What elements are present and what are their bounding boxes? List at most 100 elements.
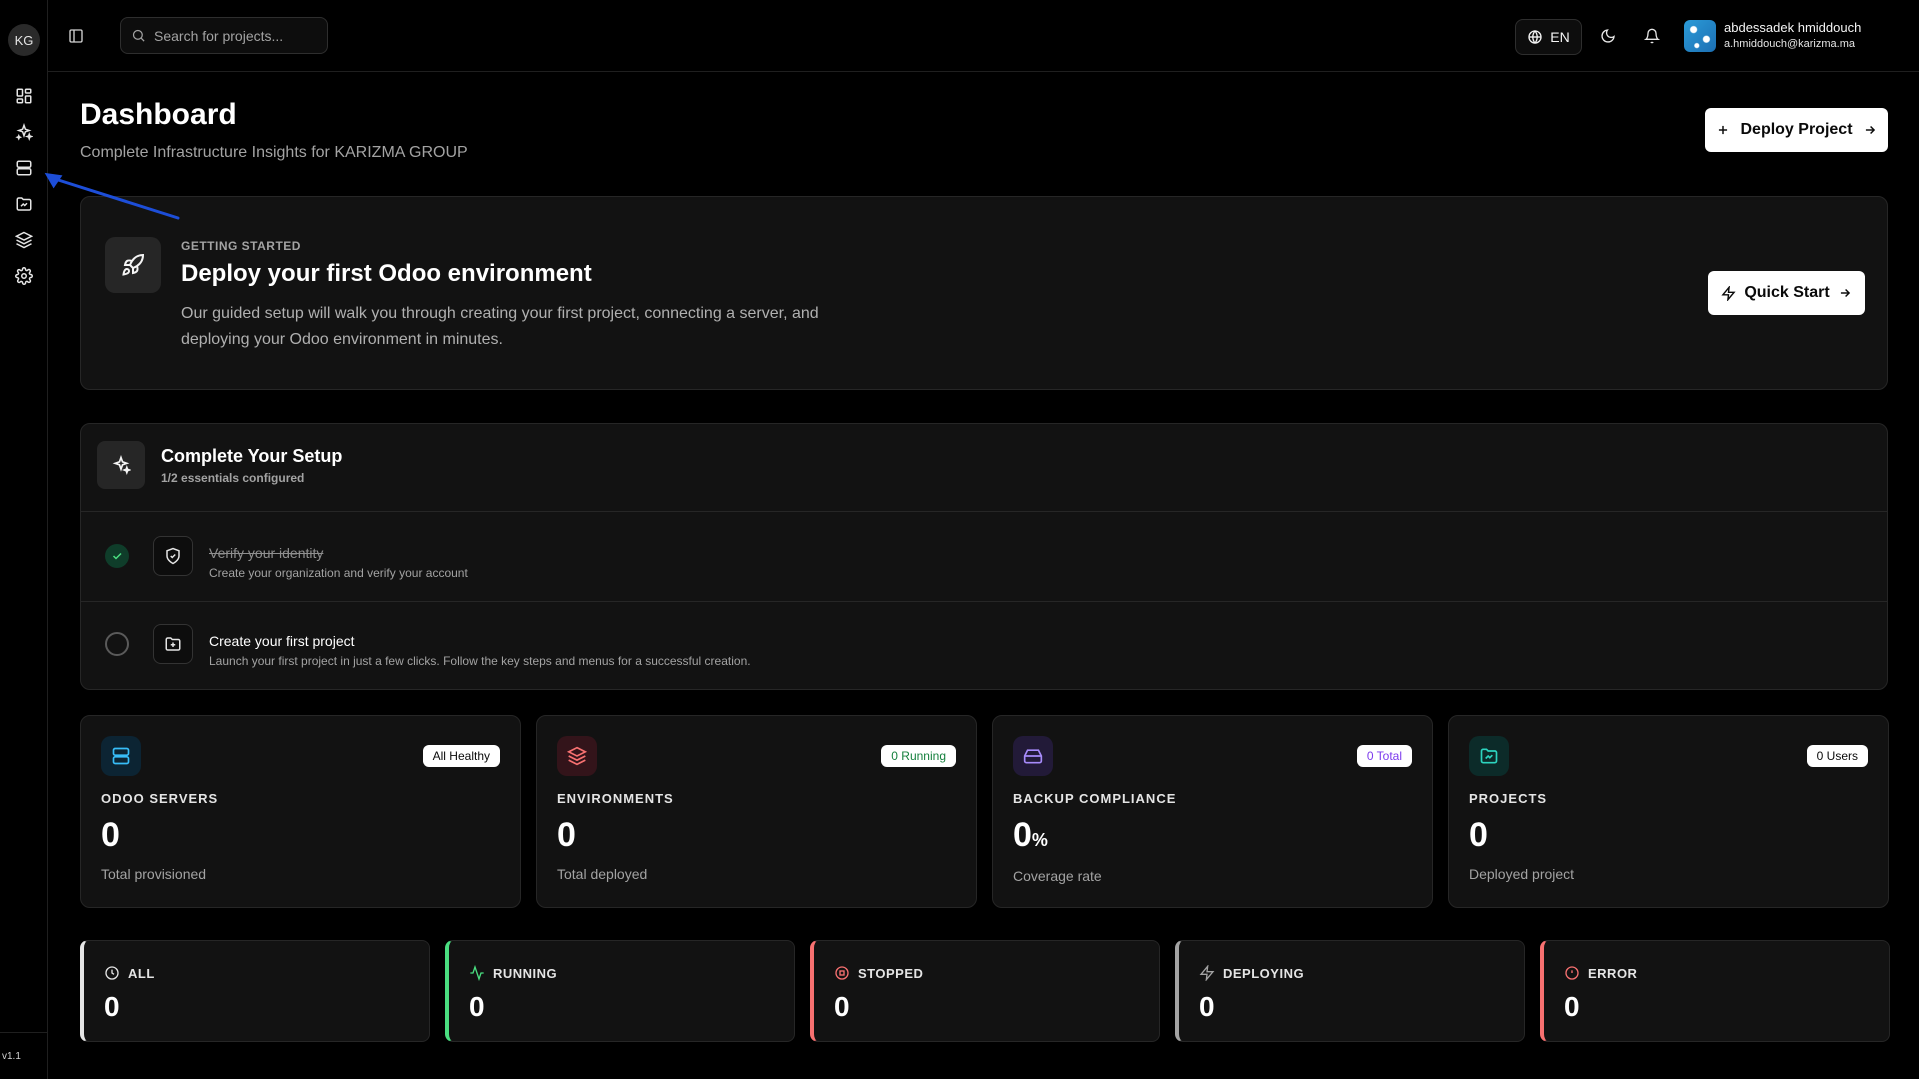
status-count: 0 bbox=[1564, 991, 1580, 1022]
status-label: ERROR bbox=[1588, 965, 1638, 981]
status-count: 0 bbox=[104, 991, 120, 1022]
stat-value: 0 bbox=[101, 816, 120, 854]
empty-circle-icon bbox=[105, 632, 129, 656]
status-head: DEPLOYING bbox=[1199, 965, 1304, 981]
setup-progress: 1/2 essentials configured bbox=[161, 471, 305, 485]
zap-icon bbox=[1721, 285, 1736, 301]
search-input[interactable] bbox=[154, 27, 314, 44]
sparkles-icon bbox=[97, 441, 145, 489]
language-label: EN bbox=[1550, 29, 1570, 45]
status-badge: All Healthy bbox=[422, 745, 500, 767]
sidebar-divider bbox=[0, 1032, 48, 1033]
servers-icon[interactable] bbox=[12, 156, 36, 180]
step-description: Create your organization and verify your… bbox=[209, 566, 468, 580]
stat-caption: Coverage rate bbox=[1013, 868, 1102, 884]
app-version: v1.1 bbox=[2, 1051, 21, 1062]
stat-card-odoo-servers[interactable]: All Healthy ODOO SERVERS 0 Total provisi… bbox=[80, 715, 521, 908]
setup-step-verify-identity[interactable]: Verify your identity Create your organiz… bbox=[81, 512, 1887, 600]
status-badge: 0 Total bbox=[1356, 745, 1412, 767]
page-subtitle: Complete Infrastructure Insights for KAR… bbox=[80, 144, 468, 161]
stat-value: 0 bbox=[1469, 816, 1488, 854]
alert-circle-icon bbox=[1564, 965, 1580, 981]
zap-icon bbox=[1199, 965, 1215, 981]
sidebar-toggle-icon[interactable] bbox=[64, 24, 88, 48]
status-head: RUNNING bbox=[469, 965, 557, 981]
stat-label: ENVIRONMENTS bbox=[557, 791, 674, 806]
dashboard-icon[interactable] bbox=[12, 84, 36, 108]
stat-card-backup-compliance[interactable]: 0 Total BACKUP COMPLIANCE 0% Coverage ra… bbox=[992, 715, 1433, 908]
plus-icon bbox=[1716, 123, 1730, 137]
status-filter-running[interactable]: RUNNING 0 bbox=[445, 940, 795, 1042]
user-name: abdessadek hmiddouch bbox=[1724, 20, 1862, 35]
step-title: Verify your identity bbox=[209, 545, 324, 561]
quick-start-label: Quick Start bbox=[1744, 284, 1830, 301]
globe-icon bbox=[1527, 29, 1543, 45]
stat-caption: Total provisioned bbox=[101, 866, 207, 882]
status-count: 0 bbox=[834, 991, 850, 1022]
status-label: ALL bbox=[128, 965, 155, 981]
status-filter-deploying[interactable]: DEPLOYING 0 bbox=[1175, 940, 1525, 1042]
stat-unit: % bbox=[1031, 830, 1048, 850]
status-count: 0 bbox=[469, 991, 485, 1022]
stat-label: BACKUP COMPLIANCE bbox=[1013, 791, 1177, 806]
quick-start-button[interactable]: Quick Start bbox=[1708, 271, 1865, 315]
setup-card: Complete Your Setup 1/2 essentials confi… bbox=[80, 423, 1888, 690]
user-email: a.hmiddouch@karizma.ma bbox=[1724, 38, 1855, 50]
folder-icon bbox=[1469, 736, 1509, 776]
clock-icon bbox=[104, 965, 120, 981]
deploy-project-button[interactable]: Deploy Project bbox=[1705, 108, 1888, 152]
server-icon bbox=[101, 736, 141, 776]
sidebar: KG v1.1 bbox=[0, 0, 48, 1079]
rocket-icon bbox=[105, 237, 161, 293]
stat-card-projects[interactable]: 0 Users PROJECTS 0 Deployed project bbox=[1448, 715, 1889, 908]
stop-circle-icon bbox=[834, 965, 850, 981]
sparkles-icon[interactable] bbox=[12, 120, 36, 144]
status-filter-stopped[interactable]: STOPPED 0 bbox=[810, 940, 1160, 1042]
hard-drive-icon bbox=[1013, 736, 1053, 776]
status-badge: 0 Running bbox=[881, 745, 956, 767]
deploy-project-label: Deploy Project bbox=[1740, 121, 1853, 138]
stat-card-environments[interactable]: 0 Running ENVIRONMENTS 0 Total deployed bbox=[536, 715, 977, 908]
status-head: ERROR bbox=[1564, 965, 1637, 981]
language-button[interactable]: EN bbox=[1515, 19, 1582, 55]
moon-icon[interactable] bbox=[1596, 24, 1620, 48]
stat-label: PROJECTS bbox=[1469, 791, 1548, 806]
status-label: STOPPED bbox=[858, 965, 924, 981]
shield-check-icon bbox=[153, 536, 193, 576]
status-count: 0 bbox=[1199, 991, 1215, 1022]
layers-icon[interactable] bbox=[12, 228, 36, 252]
getting-started-kicker: GETTING STARTED bbox=[181, 239, 301, 253]
user-avatar bbox=[1684, 20, 1716, 52]
page-title: Dashboard bbox=[80, 98, 237, 131]
bell-icon[interactable] bbox=[1640, 24, 1664, 48]
user-menu[interactable]: abdessadek hmiddouch a.hmiddouch@karizma… bbox=[1684, 16, 1914, 56]
setup-title: Complete Your Setup bbox=[161, 446, 343, 466]
stat-value: 0% bbox=[1013, 816, 1048, 854]
search-icon bbox=[131, 28, 146, 43]
status-filter-all[interactable]: ALL 0 bbox=[80, 940, 430, 1042]
status-label: DEPLOYING bbox=[1223, 965, 1305, 981]
getting-started-card: GETTING STARTED Deploy your first Odoo e… bbox=[80, 196, 1888, 390]
projects-folder-icon[interactable] bbox=[12, 192, 36, 216]
status-label: RUNNING bbox=[493, 965, 558, 981]
step-description: Launch your first project in just a few … bbox=[209, 654, 751, 668]
folder-plus-icon bbox=[153, 624, 193, 664]
arrow-right-icon bbox=[1863, 123, 1877, 137]
settings-icon[interactable] bbox=[12, 264, 36, 288]
step-title: Create your first project bbox=[209, 633, 355, 649]
activity-icon bbox=[469, 965, 485, 981]
setup-step-create-project[interactable]: Create your first project Launch your fi… bbox=[81, 602, 1887, 690]
stat-value: 0 bbox=[557, 816, 576, 854]
stat-caption: Total deployed bbox=[557, 866, 648, 882]
stat-caption: Deployed project bbox=[1469, 866, 1575, 882]
arrow-right-icon bbox=[1838, 286, 1852, 300]
layers-icon bbox=[557, 736, 597, 776]
getting-started-title: Deploy your first Odoo environment bbox=[181, 260, 592, 287]
status-filter-error[interactable]: ERROR 0 bbox=[1540, 940, 1890, 1042]
org-avatar[interactable]: KG bbox=[8, 24, 40, 56]
top-header: EN abdessadek hmiddouch a.hmiddouch@kari… bbox=[48, 0, 1919, 72]
check-icon bbox=[105, 544, 129, 568]
status-badge: 0 Users bbox=[1806, 745, 1868, 767]
stat-label: ODOO SERVERS bbox=[101, 791, 219, 806]
search-box[interactable] bbox=[120, 17, 328, 54]
